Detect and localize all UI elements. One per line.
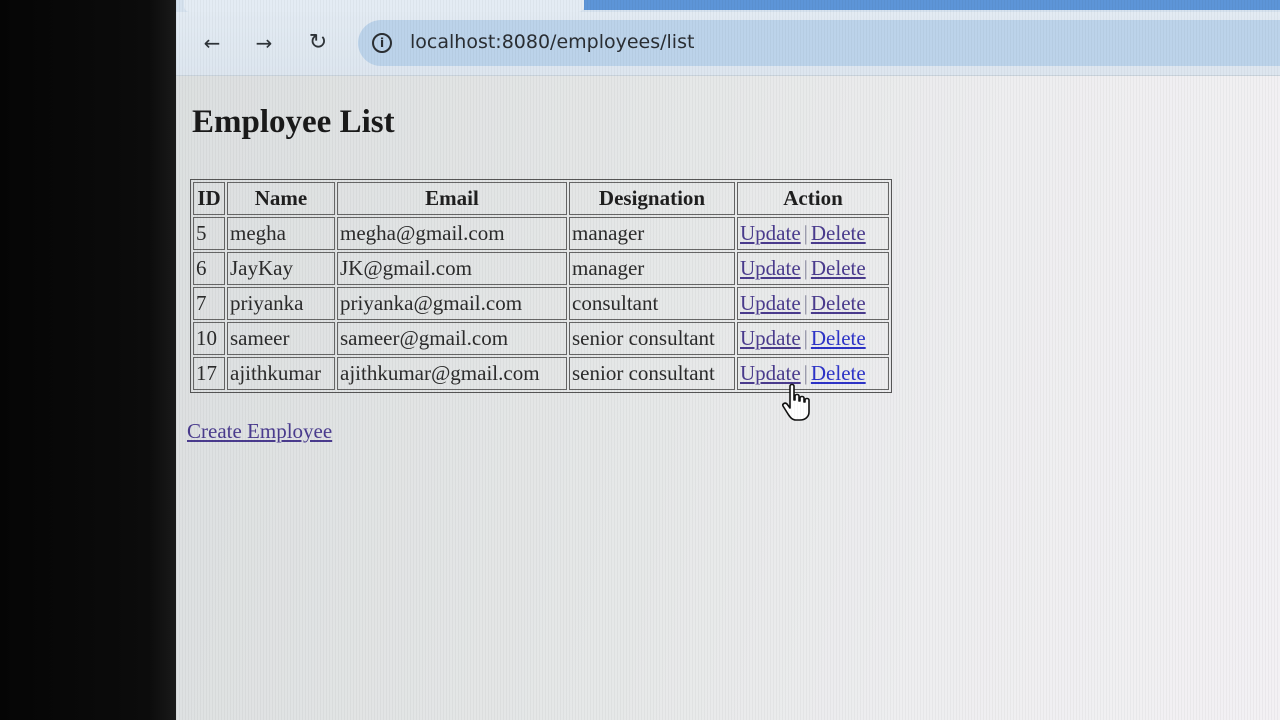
cell-id: 6 (193, 252, 225, 285)
info-glyph: i (379, 36, 385, 50)
header-id: ID (193, 182, 225, 215)
table-header-row: ID Name Email Designation Action (193, 182, 889, 215)
header-designation: Designation (569, 182, 735, 215)
update-link[interactable]: Update (740, 291, 801, 315)
cell-id: 7 (193, 287, 225, 320)
cell-email: JK@gmail.com (337, 252, 567, 285)
reload-button[interactable]: ↻ (302, 28, 334, 58)
cell-designation: senior consultant (569, 357, 735, 390)
cell-action: Update | Delete (737, 252, 889, 285)
site-info-icon[interactable]: i (372, 33, 392, 53)
tab-strip-background (584, 0, 1280, 10)
action-separator: | (803, 221, 808, 245)
cell-designation: manager (569, 252, 735, 285)
table-row: 7 priyanka priyanka@gmail.com consultant… (193, 287, 889, 320)
page-title: Employee List (192, 104, 395, 140)
cell-email: sameer@gmail.com (337, 322, 567, 355)
browser-window: ← → ↻ i localhost:8080/employees/list Em… (176, 0, 1280, 720)
delete-link[interactable]: Delete (811, 256, 866, 280)
browser-toolbar: ← → ↻ i localhost:8080/employees/list (176, 12, 1280, 76)
url-text[interactable]: localhost:8080/employees/list (410, 31, 694, 53)
table-row: 10 sameer sameer@gmail.com senior consul… (193, 322, 889, 355)
delete-link[interactable]: Delete (811, 326, 866, 350)
update-link[interactable]: Update (740, 326, 801, 350)
hand-pointer-icon (782, 383, 810, 421)
cell-id: 10 (193, 322, 225, 355)
delete-link[interactable]: Delete (811, 291, 866, 315)
action-separator: | (803, 256, 808, 280)
cell-name: sameer (227, 322, 335, 355)
cell-action: Update | Delete (737, 322, 889, 355)
header-action: Action (737, 182, 889, 215)
cell-id: 5 (193, 217, 225, 250)
table-row: 6 JayKay JK@gmail.com manager Update | Del… (193, 252, 889, 285)
cell-email: priyanka@gmail.com (337, 287, 567, 320)
cell-action: Update | Delete (737, 217, 889, 250)
monitor-bezel (0, 0, 176, 720)
employee-table: ID Name Email Designation Action 5 megha… (190, 179, 892, 393)
cell-designation: consultant (569, 287, 735, 320)
arrow-right-icon: → (255, 31, 273, 55)
header-email: Email (337, 182, 567, 215)
cell-action: Update | Delete (737, 287, 889, 320)
delete-link[interactable]: Delete (811, 361, 866, 385)
back-button[interactable]: ← (196, 28, 228, 58)
cell-action: Update | Delete (737, 357, 889, 390)
update-link[interactable]: Update (740, 221, 801, 245)
cell-email: ajithkumar@gmail.com (337, 357, 567, 390)
header-name: Name (227, 182, 335, 215)
address-bar[interactable]: i localhost:8080/employees/list (358, 20, 1280, 66)
table-row: 5 megha megha@gmail.com manager Update | D… (193, 217, 889, 250)
update-link[interactable]: Update (740, 256, 801, 280)
cell-designation: manager (569, 217, 735, 250)
reload-icon: ↻ (308, 30, 328, 55)
cell-name: JayKay (227, 252, 335, 285)
cell-name: ajithkumar (227, 357, 335, 390)
action-separator: | (803, 326, 808, 350)
action-separator: | (803, 291, 808, 315)
cell-designation: senior consultant (569, 322, 735, 355)
arrow-left-icon: ← (203, 31, 221, 55)
cell-name: megha (227, 217, 335, 250)
forward-button[interactable]: → (248, 28, 280, 58)
cell-email: megha@gmail.com (337, 217, 567, 250)
tab-active[interactable] (184, 0, 584, 12)
cell-id: 17 (193, 357, 225, 390)
tab-strip (176, 0, 1280, 12)
cell-name: priyanka (227, 287, 335, 320)
create-employee-link[interactable]: Create Employee (187, 419, 332, 444)
delete-link[interactable]: Delete (811, 221, 866, 245)
